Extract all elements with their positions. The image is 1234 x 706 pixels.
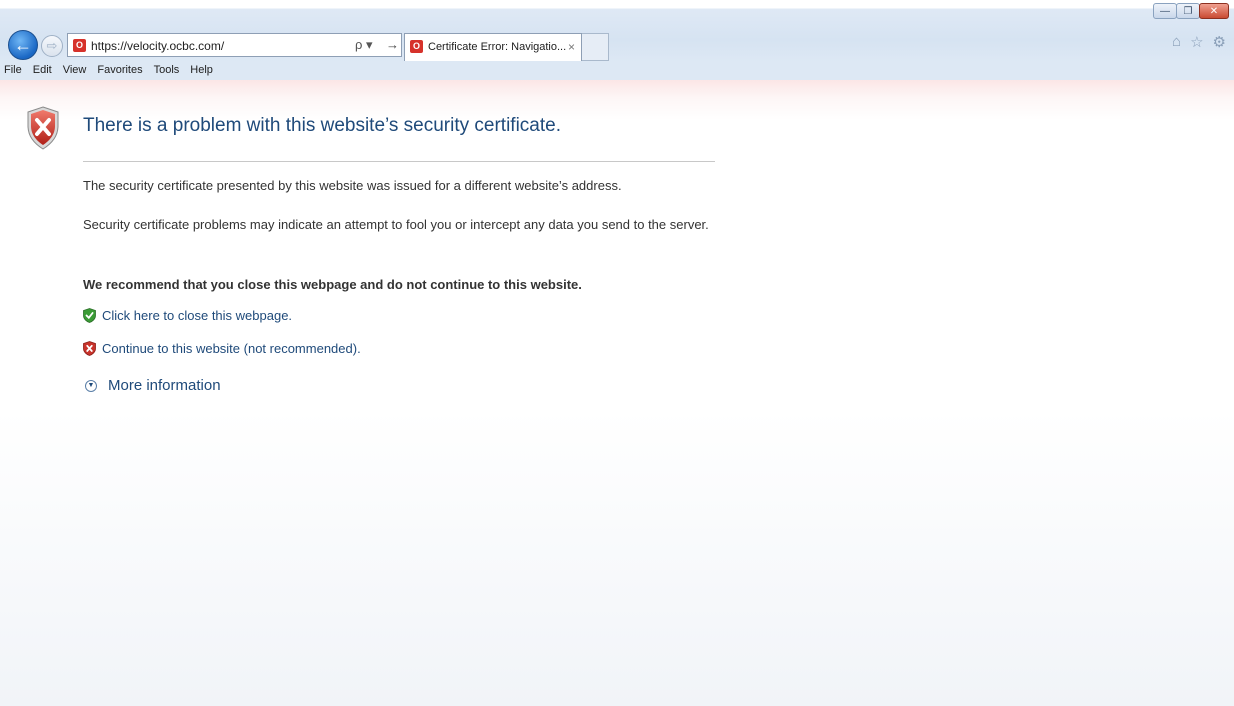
explanation-text: The security certificate presented by th… xyxy=(83,178,622,193)
menu-edit[interactable]: Edit xyxy=(33,62,52,79)
menu-help[interactable]: Help xyxy=(190,62,213,79)
back-arrow-icon: ← xyxy=(14,34,32,55)
site-favicon-icon: O xyxy=(73,39,86,52)
back-button[interactable]: ← xyxy=(8,30,38,60)
search-dropdown-icon[interactable]: ρ ▾ xyxy=(355,37,373,53)
page-title: There is a problem with this website’s s… xyxy=(83,115,561,136)
menu-file[interactable]: File xyxy=(4,62,22,79)
address-url[interactable]: https://velocity.ocbc.com/ xyxy=(91,39,224,53)
menu-view[interactable]: View xyxy=(63,62,87,79)
error-shield-icon xyxy=(27,106,59,150)
forward-arrow-icon: ⇨ xyxy=(46,38,58,53)
go-arrow-icon[interactable]: → xyxy=(386,37,399,52)
favorites-star-icon[interactable]: ☆ xyxy=(1190,33,1203,51)
minimize-button[interactable]: — xyxy=(1153,3,1177,19)
close-webpage-link-label[interactable]: Click here to close this webpage. xyxy=(102,308,292,323)
tools-gear-icon[interactable]: ⚙ xyxy=(1213,33,1226,51)
window-controls: — ❐ ✕ xyxy=(1153,3,1229,19)
tab-title: Certificate Error: Navigatio... xyxy=(428,41,567,53)
more-information-label[interactable]: More information xyxy=(108,377,221,394)
divider xyxy=(83,161,715,162)
more-information-toggle[interactable]: ▼ More information xyxy=(85,377,221,394)
recommendation-text: We recommend that you close this webpage… xyxy=(83,277,582,292)
menu-favorites[interactable]: Favorites xyxy=(97,62,142,79)
close-window-button[interactable]: ✕ xyxy=(1199,3,1229,19)
menu-bar: File Edit View Favorites Tools Help xyxy=(0,62,224,79)
expand-chevron-icon: ▼ xyxy=(85,379,97,392)
tab-close-icon[interactable]: × xyxy=(568,40,575,54)
menu-tools[interactable]: Tools xyxy=(154,62,180,79)
browser-tool-icons: ⌂ ☆ ⚙ xyxy=(1172,33,1226,51)
forward-button[interactable]: ⇨ xyxy=(41,35,63,57)
browser-chrome: — ❐ ✕ ← ⇨ O https://velocity.ocbc.com/ ρ… xyxy=(0,0,1234,92)
restore-button[interactable]: ❐ xyxy=(1176,3,1200,19)
new-tab-button[interactable] xyxy=(582,33,609,61)
home-icon[interactable]: ⌂ xyxy=(1172,33,1181,51)
continue-website-link[interactable]: Continue to this website (not recommende… xyxy=(83,341,361,356)
continue-website-link-label[interactable]: Continue to this website (not recommende… xyxy=(102,341,361,356)
warning-text: Security certificate problems may indica… xyxy=(83,217,709,232)
address-bar[interactable]: O https://velocity.ocbc.com/ ρ ▾ → xyxy=(67,33,402,57)
tab-certificate-error[interactable]: O Certificate Error: Navigatio... × xyxy=(404,33,582,61)
green-shield-check-icon xyxy=(83,308,96,323)
red-shield-x-icon xyxy=(83,341,96,356)
close-webpage-link[interactable]: Click here to close this webpage. xyxy=(83,308,292,323)
tab-favicon-icon: O xyxy=(410,40,423,53)
certificate-error-page: There is a problem with this website’s s… xyxy=(0,80,1234,706)
